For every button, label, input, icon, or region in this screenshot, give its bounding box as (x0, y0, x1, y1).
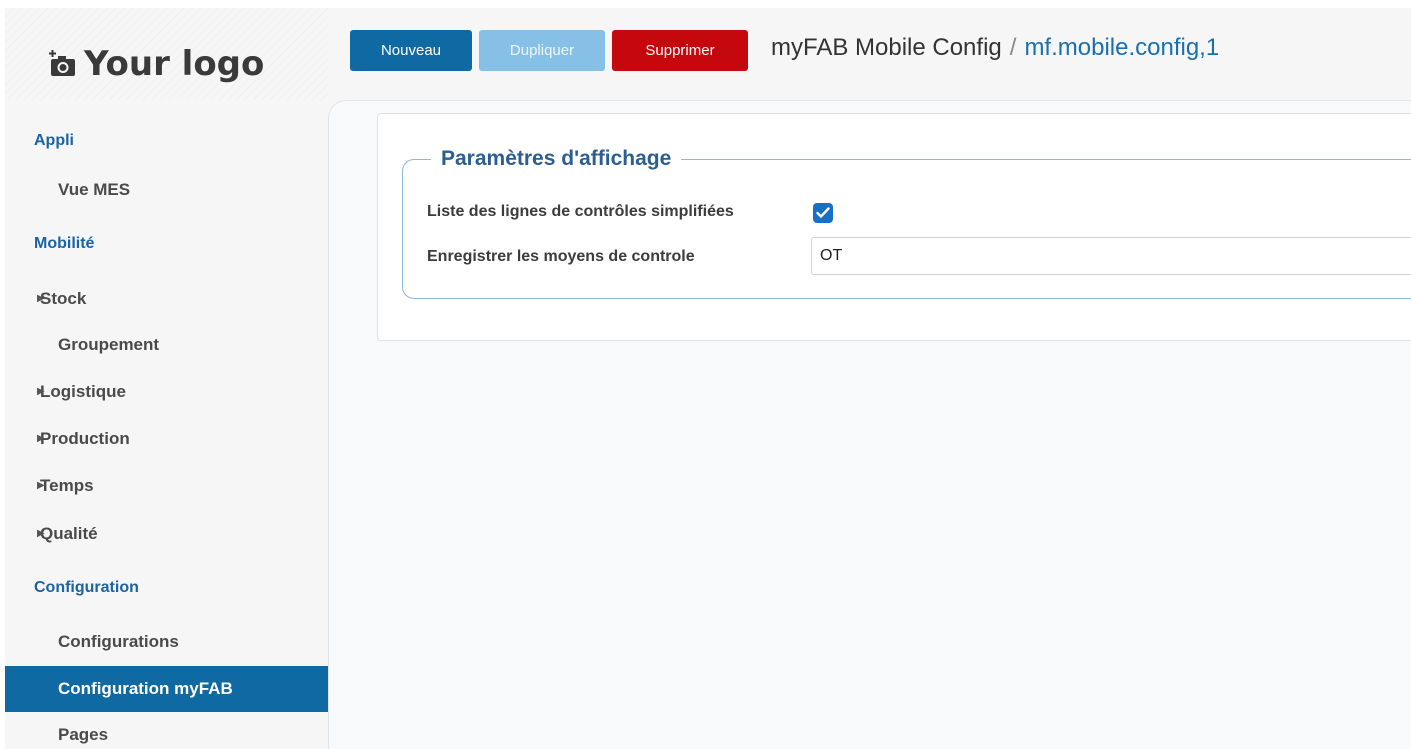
main-content: Paramètres d'affichage Liste des lignes … (328, 100, 1411, 749)
sidebar-item-groupement[interactable]: Groupement (5, 322, 328, 368)
sidebar-item-label: Qualité (40, 524, 98, 543)
sidebar-item-label: Temps (40, 476, 94, 495)
caret-right-icon: ▶ (37, 480, 45, 491)
sidebar-item-logistique[interactable]: ▶ Logistique (5, 369, 328, 415)
simplified-lines-label: Liste des lignes de contrôles simplifiée… (427, 203, 734, 220)
camera-plus-icon (49, 50, 75, 76)
display-settings-group: Paramètres d'affichage Liste des lignes … (402, 144, 1411, 299)
sidebar-item-production[interactable]: ▶ Production (5, 416, 328, 462)
sidebar-item-vue-mes[interactable]: Vue MES (5, 167, 328, 213)
sidebar-item-configuration-myfab[interactable]: Configuration myFAB (5, 666, 328, 712)
sidebar-item-qualite[interactable]: ▶ Qualité (5, 511, 328, 557)
sidebar: Your logo Appli Vue MES Mobilité ▶ Stock… (5, 8, 328, 749)
delete-button[interactable]: Supprimer (612, 30, 748, 71)
breadcrumb-separator: / (1009, 34, 1017, 61)
sidebar-item-label: Groupement (58, 335, 160, 354)
caret-right-icon: ▶ (37, 528, 45, 539)
breadcrumb-model[interactable]: myFAB Mobile Config (771, 34, 1002, 61)
logo-inner: Your logo (48, 44, 264, 84)
sidebar-item-label: Logistique (40, 382, 126, 401)
control-means-label: Enregistrer les moyens de controle (427, 248, 695, 265)
main-area: Paramètres d'affichage Liste des lignes … (328, 100, 1411, 749)
breadcrumb: myFAB Mobile Config / mf.mobile.config,1 (771, 34, 1219, 62)
sidebar-item-label: Production (40, 429, 130, 448)
breadcrumb-record: mf.mobile.config,1 (1024, 34, 1220, 61)
simplified-lines-checkbox[interactable] (813, 203, 833, 223)
form-sheet: Paramètres d'affichage Liste des lignes … (377, 113, 1411, 341)
sidebar-item-label: Configurations (58, 632, 179, 651)
sidebar-item-label: Configuration myFAB (58, 679, 233, 698)
section-configuration: Configuration (34, 579, 139, 596)
sidebar-item-label: Stock (40, 289, 87, 308)
caret-right-icon: ▶ (37, 386, 45, 397)
sidebar-item-label: Pages (58, 725, 109, 744)
caret-right-icon: ▶ (37, 293, 45, 304)
sidebar-item-pages[interactable]: Pages (5, 712, 328, 749)
section-mobilite: Mobilité (34, 235, 95, 252)
sidebar-item-stock[interactable]: ▶ Stock (5, 276, 328, 322)
sidebar-item-configurations[interactable]: Configurations (5, 619, 328, 665)
sidebar-item-temps[interactable]: ▶ Temps (5, 463, 328, 509)
new-button[interactable]: Nouveau (350, 30, 472, 71)
control-means-input[interactable]: OT (811, 237, 1411, 275)
caret-right-icon: ▶ (37, 433, 45, 444)
section-appli: Appli (34, 132, 74, 149)
logo[interactable]: Your logo (5, 8, 328, 100)
logo-text: Your logo (84, 44, 265, 84)
check-icon (816, 207, 830, 218)
toolbar: Nouveau Dupliquer Supprimer myFAB Mobile… (328, 8, 1411, 100)
duplicate-button[interactable]: Dupliquer (479, 30, 605, 71)
group-title: Paramètres d'affichage (431, 144, 682, 174)
sidebar-item-label: Vue MES (58, 180, 131, 199)
